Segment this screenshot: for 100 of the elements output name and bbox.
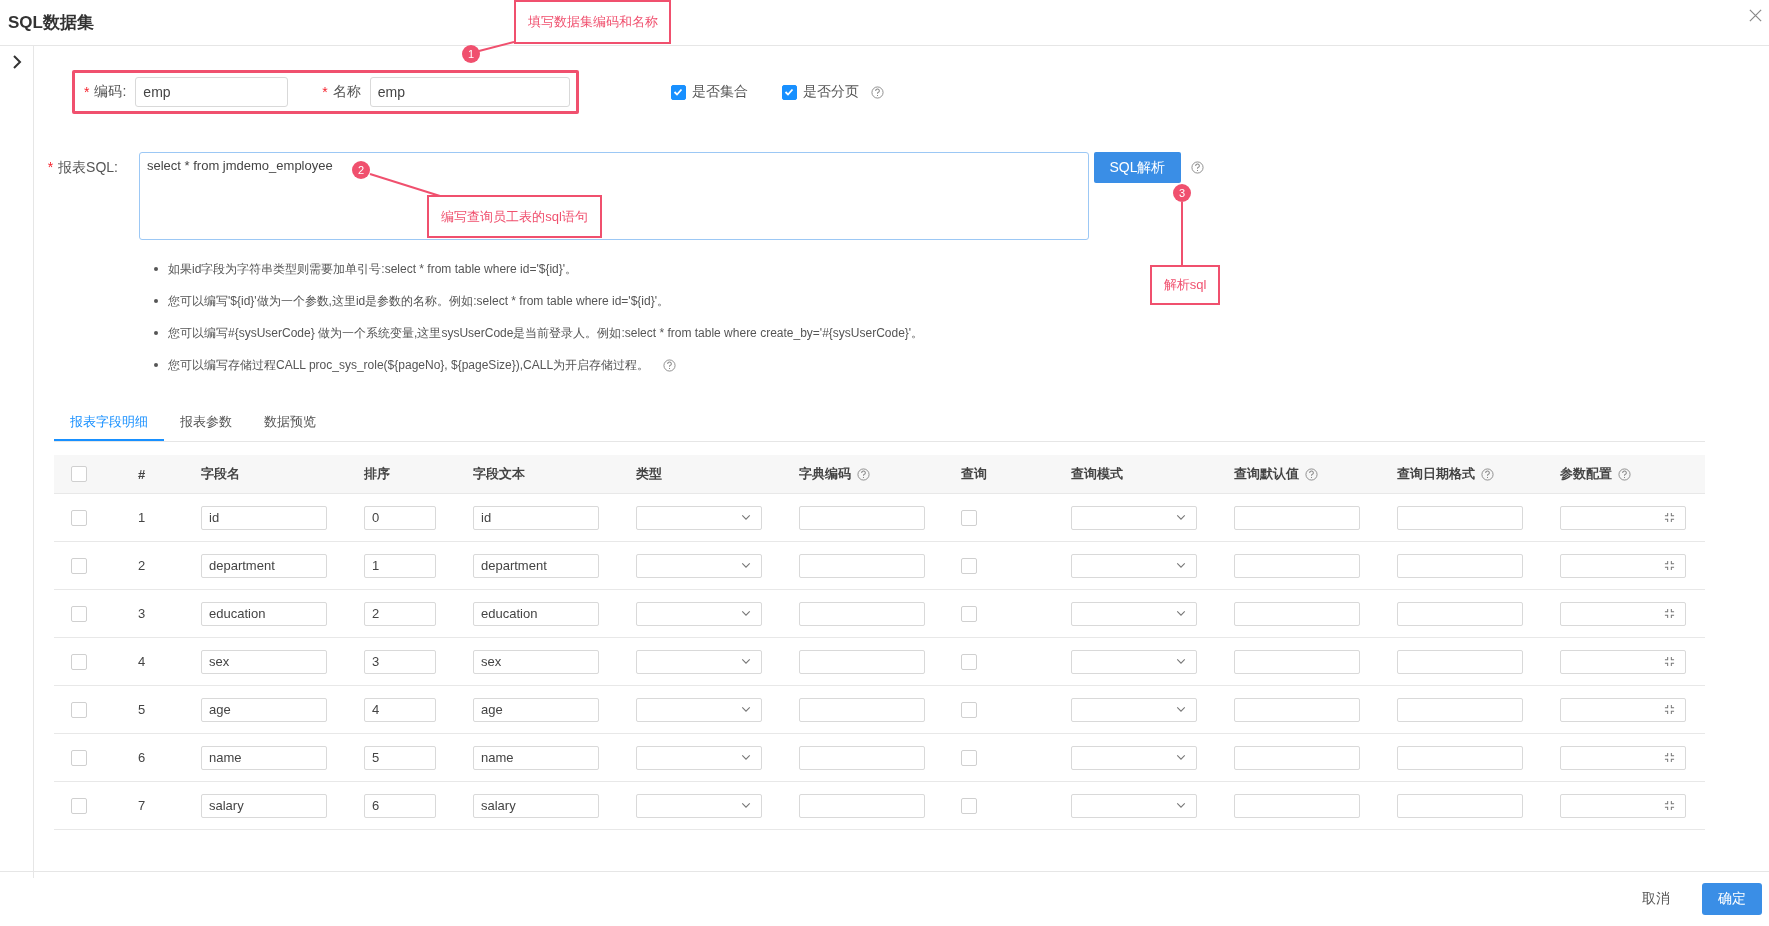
- select-field[interactable]: [636, 745, 762, 770]
- text-field[interactable]: department: [473, 553, 599, 578]
- text-field[interactable]: [1560, 649, 1686, 674]
- text-field[interactable]: [1234, 745, 1360, 770]
- select-field[interactable]: [1071, 601, 1197, 626]
- text-field[interactable]: 5: [364, 745, 436, 770]
- select-field[interactable]: [1071, 505, 1197, 530]
- corner-arrows-icon[interactable]: [1664, 752, 1675, 763]
- checkbox[interactable]: [71, 509, 87, 526]
- tab[interactable]: 数据预览: [248, 404, 332, 441]
- select-field[interactable]: [636, 793, 762, 818]
- text-field[interactable]: [799, 505, 925, 530]
- text-field[interactable]: [799, 793, 925, 818]
- text-field[interactable]: emp: [135, 77, 289, 107]
- text-field[interactable]: [1234, 649, 1360, 674]
- select-field[interactable]: [1071, 553, 1197, 578]
- text-field[interactable]: sex: [473, 649, 599, 674]
- text-field[interactable]: salary: [473, 793, 599, 818]
- help-icon[interactable]: [663, 358, 677, 372]
- text-field[interactable]: name: [201, 745, 327, 770]
- text-field[interactable]: [1397, 553, 1523, 578]
- cancel-button[interactable]: 取消: [1636, 889, 1676, 909]
- text-field[interactable]: 6: [364, 793, 436, 818]
- tab[interactable]: 报表参数: [164, 404, 248, 441]
- select-field[interactable]: [636, 649, 762, 674]
- text-field[interactable]: [1397, 505, 1523, 530]
- text-field[interactable]: emp: [369, 77, 570, 107]
- text-field[interactable]: [799, 553, 925, 578]
- text-field[interactable]: department: [201, 553, 327, 578]
- text-field[interactable]: [1234, 505, 1360, 530]
- text-field[interactable]: [1397, 649, 1523, 674]
- text-field[interactable]: 2: [364, 601, 436, 626]
- text-field[interactable]: salary: [201, 793, 327, 818]
- text-field[interactable]: [1560, 697, 1686, 722]
- text-field[interactable]: [1397, 697, 1523, 722]
- text-field[interactable]: [1397, 793, 1523, 818]
- select-field[interactable]: [1071, 697, 1197, 722]
- checkbox[interactable]: [781, 84, 797, 100]
- text-field[interactable]: [1560, 505, 1686, 530]
- text-field[interactable]: education: [201, 601, 327, 626]
- text-field[interactable]: name: [473, 745, 599, 770]
- text-field[interactable]: 0: [364, 505, 436, 530]
- text-field[interactable]: education: [473, 601, 599, 626]
- text-field[interactable]: [1560, 745, 1686, 770]
- text-field[interactable]: age: [201, 697, 327, 722]
- corner-arrows-icon[interactable]: [1664, 560, 1675, 571]
- chevron-right-icon[interactable]: [11, 54, 22, 70]
- text-field[interactable]: 4: [364, 697, 436, 722]
- close-icon[interactable]: [1748, 8, 1763, 23]
- text-field[interactable]: [799, 745, 925, 770]
- help-icon[interactable]: [857, 467, 870, 481]
- checkbox[interactable]: [961, 653, 977, 670]
- text-field[interactable]: sex: [201, 649, 327, 674]
- checkbox[interactable]: [961, 749, 977, 766]
- corner-arrows-icon[interactable]: [1664, 800, 1675, 811]
- help-icon[interactable]: [1191, 161, 1204, 174]
- checkbox[interactable]: [71, 749, 87, 766]
- checkbox[interactable]: [961, 557, 977, 574]
- text-field[interactable]: [1560, 553, 1686, 578]
- select-field[interactable]: [1071, 745, 1197, 770]
- text-field[interactable]: [1234, 793, 1360, 818]
- corner-arrows-icon[interactable]: [1664, 704, 1675, 715]
- text-field[interactable]: 3: [364, 649, 436, 674]
- text-field[interactable]: [1397, 601, 1523, 626]
- checkbox[interactable]: [71, 605, 87, 622]
- select-field[interactable]: [636, 505, 762, 530]
- text-field[interactable]: id: [201, 505, 327, 530]
- help-icon[interactable]: [870, 85, 884, 99]
- select-field[interactable]: [636, 697, 762, 722]
- text-field[interactable]: [799, 649, 925, 674]
- select-field[interactable]: [1071, 793, 1197, 818]
- help-icon[interactable]: [1618, 467, 1631, 481]
- checkbox[interactable]: [961, 701, 977, 718]
- select-field[interactable]: [636, 553, 762, 578]
- text-field[interactable]: id: [473, 505, 599, 530]
- select-field[interactable]: [636, 601, 762, 626]
- checkbox[interactable]: [961, 605, 977, 622]
- text-field[interactable]: 1: [364, 553, 436, 578]
- corner-arrows-icon[interactable]: [1664, 656, 1675, 667]
- corner-arrows-icon[interactable]: [1664, 608, 1675, 619]
- text-field[interactable]: [1560, 601, 1686, 626]
- text-field[interactable]: [1234, 601, 1360, 626]
- checkbox[interactable]: [71, 701, 87, 718]
- checkbox[interactable]: [961, 797, 977, 814]
- checkbox[interactable]: [71, 653, 87, 670]
- checkbox[interactable]: [71, 557, 87, 574]
- checkbox[interactable]: [961, 509, 977, 526]
- text-field[interactable]: [1560, 793, 1686, 818]
- text-field[interactable]: [1234, 697, 1360, 722]
- select-field[interactable]: [1071, 649, 1197, 674]
- corner-arrows-icon[interactable]: [1664, 512, 1675, 523]
- text-field[interactable]: [799, 601, 925, 626]
- help-icon[interactable]: [1481, 467, 1494, 481]
- text-field[interactable]: age: [473, 697, 599, 722]
- help-icon[interactable]: [1305, 467, 1318, 481]
- checkbox[interactable]: [71, 466, 87, 482]
- text-field[interactable]: [1234, 553, 1360, 578]
- checkbox[interactable]: [71, 797, 87, 814]
- checkbox[interactable]: [670, 84, 686, 100]
- text-field[interactable]: [799, 697, 925, 722]
